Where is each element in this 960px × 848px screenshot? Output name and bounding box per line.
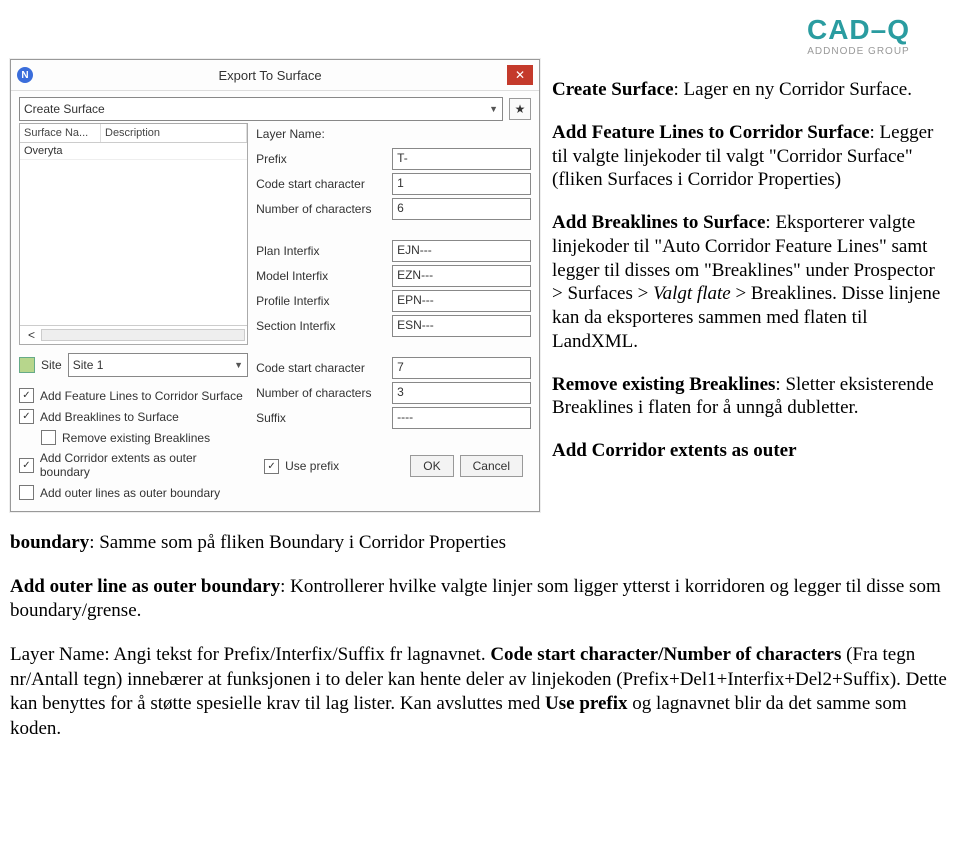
site-label: Site (41, 358, 62, 372)
num-chars-1-label: Number of characters (256, 202, 386, 216)
prefix-label: Prefix (256, 152, 386, 166)
section-label: Section Interfix (256, 319, 386, 333)
code-start-2-label: Code start character (256, 361, 386, 375)
suffix-input[interactable]: ---- (392, 407, 531, 429)
chevron-left-icon[interactable]: < (22, 328, 41, 342)
site-value: Site 1 (73, 358, 104, 372)
chk-remove-breaklines[interactable]: Remove existing Breaklines (19, 427, 248, 448)
checkbox-checked-icon (19, 458, 34, 473)
new-surface-button[interactable]: ★ (509, 98, 531, 120)
code-start-1-input[interactable]: 1 (392, 173, 531, 195)
section-input[interactable]: ESN--- (392, 315, 531, 337)
horizontal-scrollbar[interactable] (41, 329, 245, 341)
star-icon: ★ (515, 102, 526, 116)
num-chars-2-label: Number of characters (256, 386, 386, 400)
logo-sub: ADDNODE GROUP (807, 46, 910, 57)
chevron-down-icon: ▼ (234, 360, 243, 370)
logo-main: CAD–Q (807, 14, 910, 46)
use-prefix-checkbox[interactable] (264, 459, 279, 474)
use-prefix-label: Use prefix (285, 459, 339, 473)
col-surface-name[interactable]: Surface Na... (20, 124, 101, 142)
doc-below: boundary: Samme som på fliken Boundary i… (10, 531, 950, 742)
chk-breaklines[interactable]: Add Breaklines to Surface (19, 406, 248, 427)
code-start-2-input[interactable]: 7 (392, 357, 531, 379)
suffix-label: Suffix (256, 411, 386, 425)
dialog-title: Export To Surface (33, 68, 507, 83)
code-start-1-label: Code start character (256, 177, 386, 191)
checkbox-checked-icon (19, 409, 34, 424)
term-create-surface: Create Surface (552, 79, 674, 100)
titlebar: N Export To Surface ✕ (11, 60, 539, 91)
term-add-feature: Add Feature Lines to Corridor Surface (552, 122, 870, 143)
chevron-down-icon: ▼ (489, 104, 498, 114)
profile-label: Profile Interfix (256, 294, 386, 308)
chk-corridor-extents[interactable]: Add Corridor extents as outer boundary (19, 448, 248, 482)
plan-label: Plan Interfix (256, 244, 386, 258)
model-label: Model Interfix (256, 269, 386, 283)
list-row[interactable]: Overyta (20, 143, 247, 160)
site-icon (19, 357, 35, 373)
brand-logo: CAD–Q ADDNODE GROUP (10, 10, 950, 59)
app-icon: N (17, 67, 33, 83)
term-remove-breaklines: Remove existing Breaklines (552, 374, 775, 395)
doc-right-column: Create Surface: Lager en ny Corridor Sur… (552, 59, 950, 482)
term-add-breaklines: Add Breaklines to Surface (552, 212, 765, 233)
plan-input[interactable]: EJN--- (392, 240, 531, 262)
layer-name-label: Layer Name: (256, 127, 386, 141)
export-dialog: N Export To Surface ✕ Create Surface ▼ ★ (10, 59, 540, 512)
checkbox-icon (41, 430, 56, 445)
close-button[interactable]: ✕ (507, 65, 533, 85)
prefix-input[interactable]: T- (392, 148, 531, 170)
checkbox-checked-icon (19, 388, 34, 403)
num-chars-1-input[interactable]: 6 (392, 198, 531, 220)
create-surface-value: Create Surface (24, 102, 105, 116)
model-input[interactable]: EZN--- (392, 265, 531, 287)
term-corridor-extents: Add Corridor extents as outer (552, 440, 797, 461)
checkbox-icon (19, 485, 34, 500)
create-surface-combo[interactable]: Create Surface ▼ (19, 97, 503, 121)
surface-list[interactable]: Surface Na... Description Overyta < (19, 123, 248, 345)
chk-feature-lines[interactable]: Add Feature Lines to Corridor Surface (19, 385, 248, 406)
chk-outer-lines[interactable]: Add outer lines as outer boundary (19, 482, 248, 503)
profile-input[interactable]: EPN--- (392, 290, 531, 312)
ok-button[interactable]: OK (410, 455, 453, 477)
col-description[interactable]: Description (101, 124, 247, 142)
num-chars-2-input[interactable]: 3 (392, 382, 531, 404)
cancel-button[interactable]: Cancel (460, 455, 523, 477)
site-combo[interactable]: Site 1 ▼ (68, 353, 248, 377)
